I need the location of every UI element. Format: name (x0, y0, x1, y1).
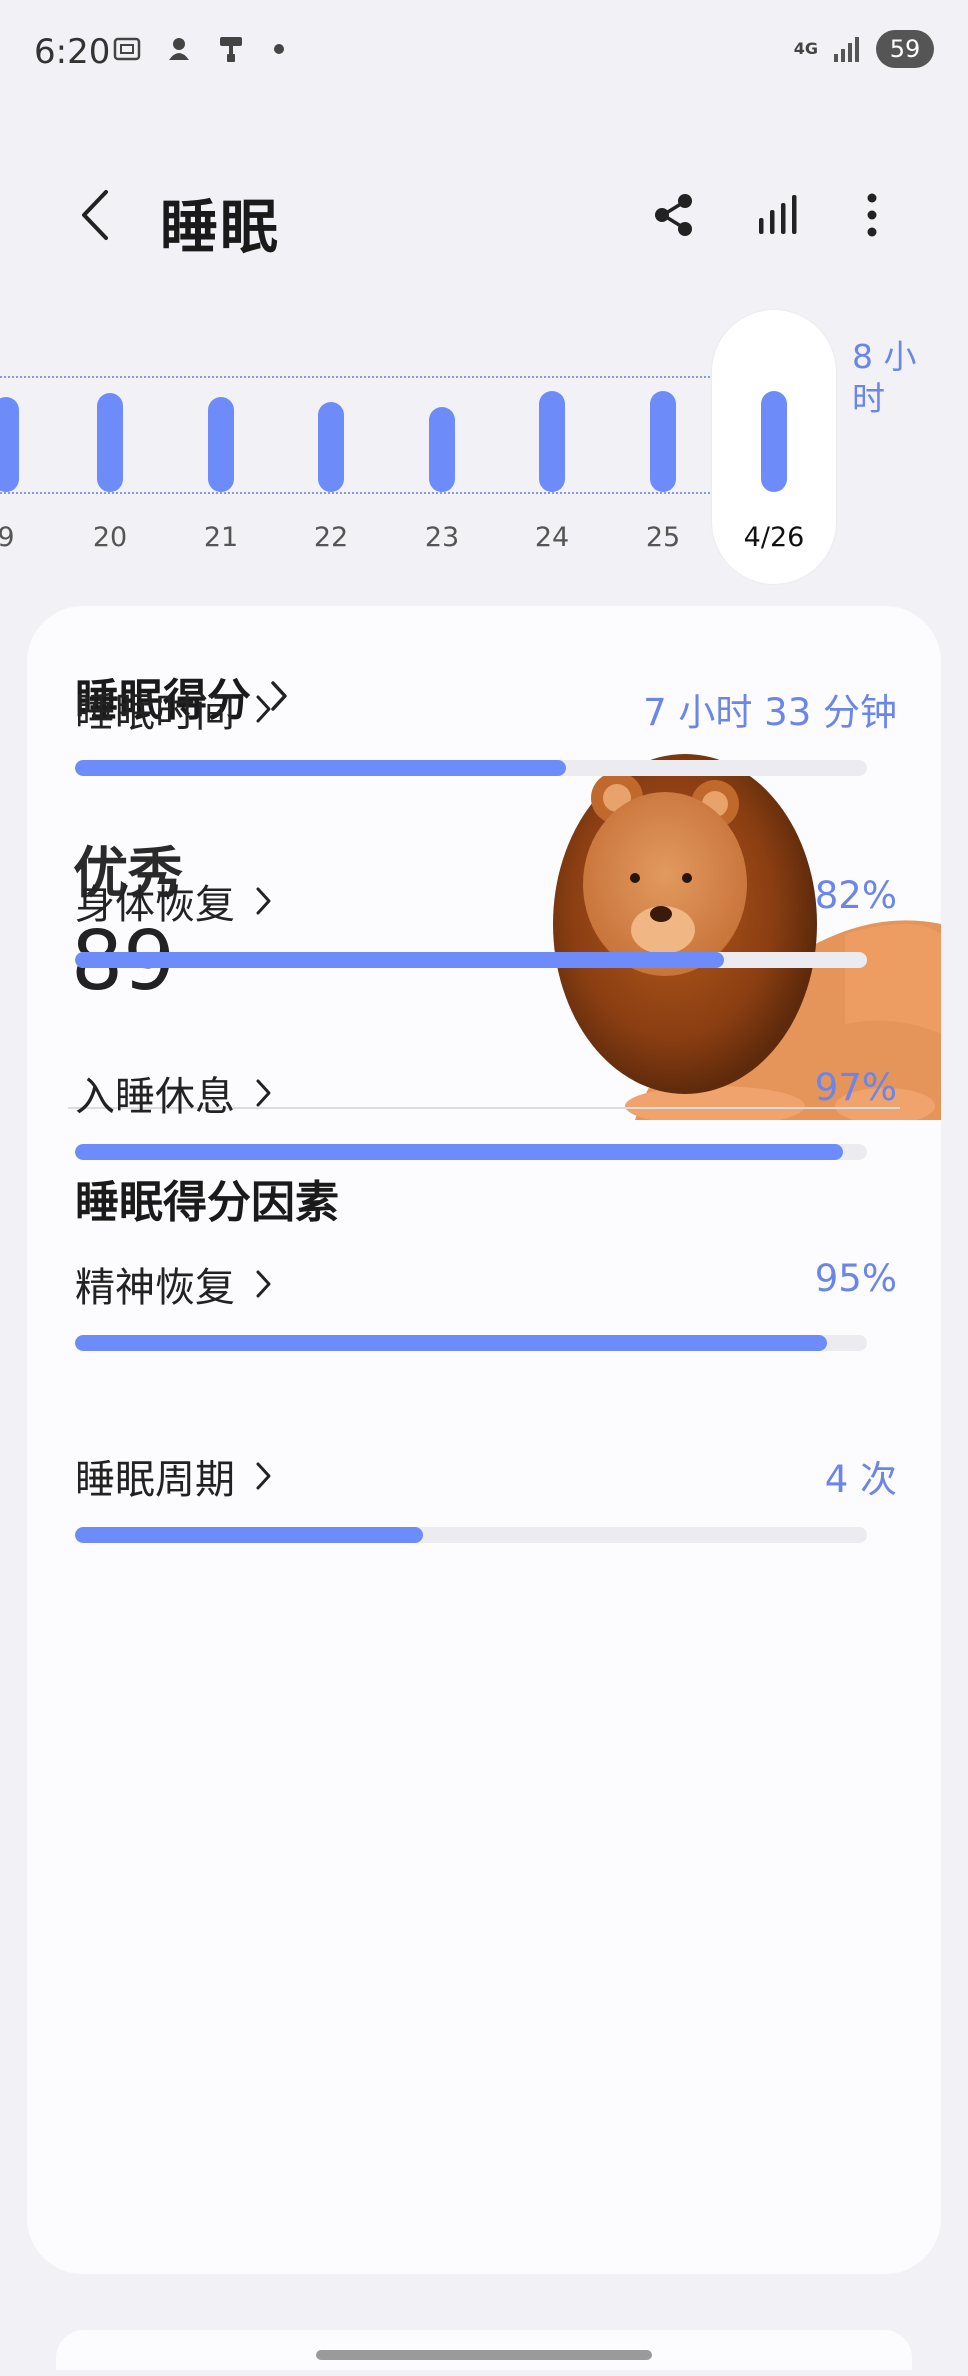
factor-name-link[interactable]: 睡眠时间 (75, 680, 273, 738)
chevron-right-icon (256, 695, 271, 723)
day-bar[interactable] (208, 397, 234, 492)
factor-value: 7 小时 33 分钟 (643, 691, 897, 734)
network-type: 4G (793, 39, 818, 58)
day-label[interactable]: 20 (70, 522, 150, 553)
screenshot-icon (113, 37, 141, 61)
back-arrow-icon (82, 190, 108, 240)
factor-row[interactable]: 入睡休息 97% (75, 1064, 897, 1174)
chevron-right-icon (256, 1462, 271, 1490)
day-bar[interactable] (0, 397, 19, 492)
factor-progress-track (75, 760, 867, 776)
day-label[interactable]: 4/26 (734, 522, 814, 553)
share-icon (655, 194, 692, 236)
more-vertical-icon (867, 193, 877, 237)
chevron-right-icon (256, 887, 271, 915)
factor-progress-fill (75, 760, 567, 776)
factor-value: 95% (814, 1257, 897, 1300)
factor-progress-fill (75, 1144, 844, 1160)
weekly-sleep-chart[interactable]: 8 小时 9 20 21 22 23 24 25 4/26 (0, 300, 968, 590)
factor-name: 身体恢复 (75, 882, 235, 928)
home-indicator[interactable] (316, 2350, 652, 2360)
app-header: 睡眠 (0, 170, 968, 261)
factor-value: 97% (814, 1066, 897, 1109)
factor-name: 睡眠周期 (75, 1457, 235, 1503)
day-label[interactable]: 9 (0, 522, 46, 553)
factor-progress-track (75, 1144, 867, 1160)
status-bar: 6:20 4G 59 (0, 0, 968, 110)
factor-name: 精神恢复 (75, 1265, 235, 1311)
bar-chart-icon (759, 195, 797, 234)
signal-icon (834, 37, 859, 62)
day-bar[interactable] (761, 391, 787, 492)
factor-row[interactable]: 精神恢复 95% (75, 1255, 897, 1365)
factor-name-link[interactable]: 精神恢复 (75, 1255, 273, 1313)
page-title: 睡眠 (160, 193, 281, 261)
more-options-button[interactable] (842, 185, 902, 245)
factor-name-link[interactable]: 身体恢复 (75, 872, 273, 930)
factor-row[interactable]: 身体恢复 82% (75, 872, 897, 982)
paint-roller-icon (220, 37, 242, 62)
day-bar[interactable] (539, 391, 565, 492)
day-label[interactable]: 25 (623, 522, 703, 553)
factor-progress-fill (75, 952, 725, 968)
factor-row[interactable]: 睡眠周期 4 次 (75, 1447, 897, 1557)
factor-progress-track (75, 952, 867, 968)
status-right: 4G 59 (794, 30, 934, 68)
factor-value: 82% (814, 874, 897, 917)
chevron-right-icon (256, 1270, 271, 1298)
min-gridline (0, 492, 710, 494)
day-label[interactable]: 22 (291, 522, 371, 553)
notification-icons (112, 34, 284, 64)
day-bar[interactable] (650, 391, 676, 492)
factor-progress-fill (75, 1335, 828, 1351)
factor-progress-fill (75, 1527, 424, 1543)
factors-title: 睡眠得分因素 (75, 1177, 339, 1228)
day-bar[interactable] (97, 393, 123, 492)
battery-icon: 59 (876, 30, 934, 68)
max-gridline (0, 376, 710, 378)
factor-name-link[interactable]: 睡眠周期 (75, 1447, 273, 1505)
factor-progress-track (75, 1335, 867, 1351)
chevron-right-icon (256, 1079, 271, 1107)
day-label[interactable]: 21 (181, 522, 261, 553)
factor-name: 入睡休息 (75, 1074, 235, 1120)
factor-value: 4 次 (824, 1458, 897, 1501)
share-button[interactable] (644, 185, 704, 245)
more-notifications-icon (274, 44, 284, 54)
day-bar[interactable] (318, 402, 344, 492)
trends-button[interactable] (748, 185, 808, 245)
back-button[interactable] (70, 182, 120, 248)
sleep-score-card: 睡眠得分 优秀 89 睡眠得分因素 睡眠时间 7 小时 33 分钟 身体恢复 8… (27, 606, 941, 2274)
factor-name: 睡眠时间 (75, 690, 235, 736)
day-bar[interactable] (429, 407, 455, 492)
status-time: 6:20 (34, 32, 111, 72)
factor-progress-track (75, 1527, 867, 1543)
day-label[interactable]: 23 (402, 522, 482, 553)
chart-range-label: 8 小时 (852, 337, 917, 418)
app-notification-icon (169, 38, 189, 60)
day-label[interactable]: 24 (512, 522, 592, 553)
factor-name-link[interactable]: 入睡休息 (75, 1064, 273, 1122)
factor-row[interactable]: 睡眠时间 7 小时 33 分钟 (75, 680, 897, 790)
